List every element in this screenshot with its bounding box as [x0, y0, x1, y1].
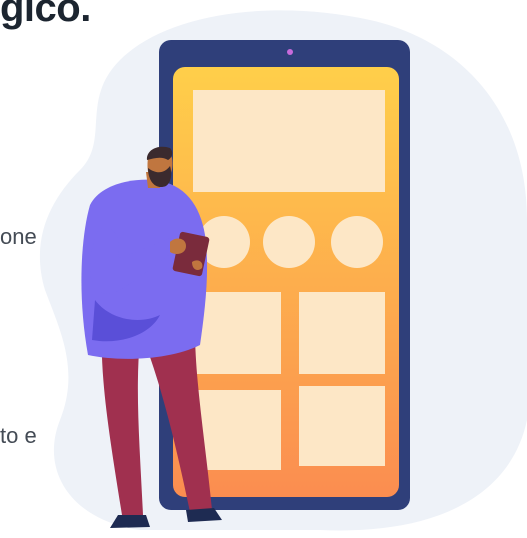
screen-circle-tile	[331, 216, 383, 268]
phone-camera-icon	[287, 49, 293, 55]
screen-card-tile	[299, 292, 385, 374]
screen-card-tile	[193, 292, 281, 374]
screen-circle-tile	[263, 216, 315, 268]
screen-card-tile	[299, 386, 385, 466]
mobile-app-illustration	[39, 10, 527, 531]
screen-banner-tile	[193, 90, 385, 192]
